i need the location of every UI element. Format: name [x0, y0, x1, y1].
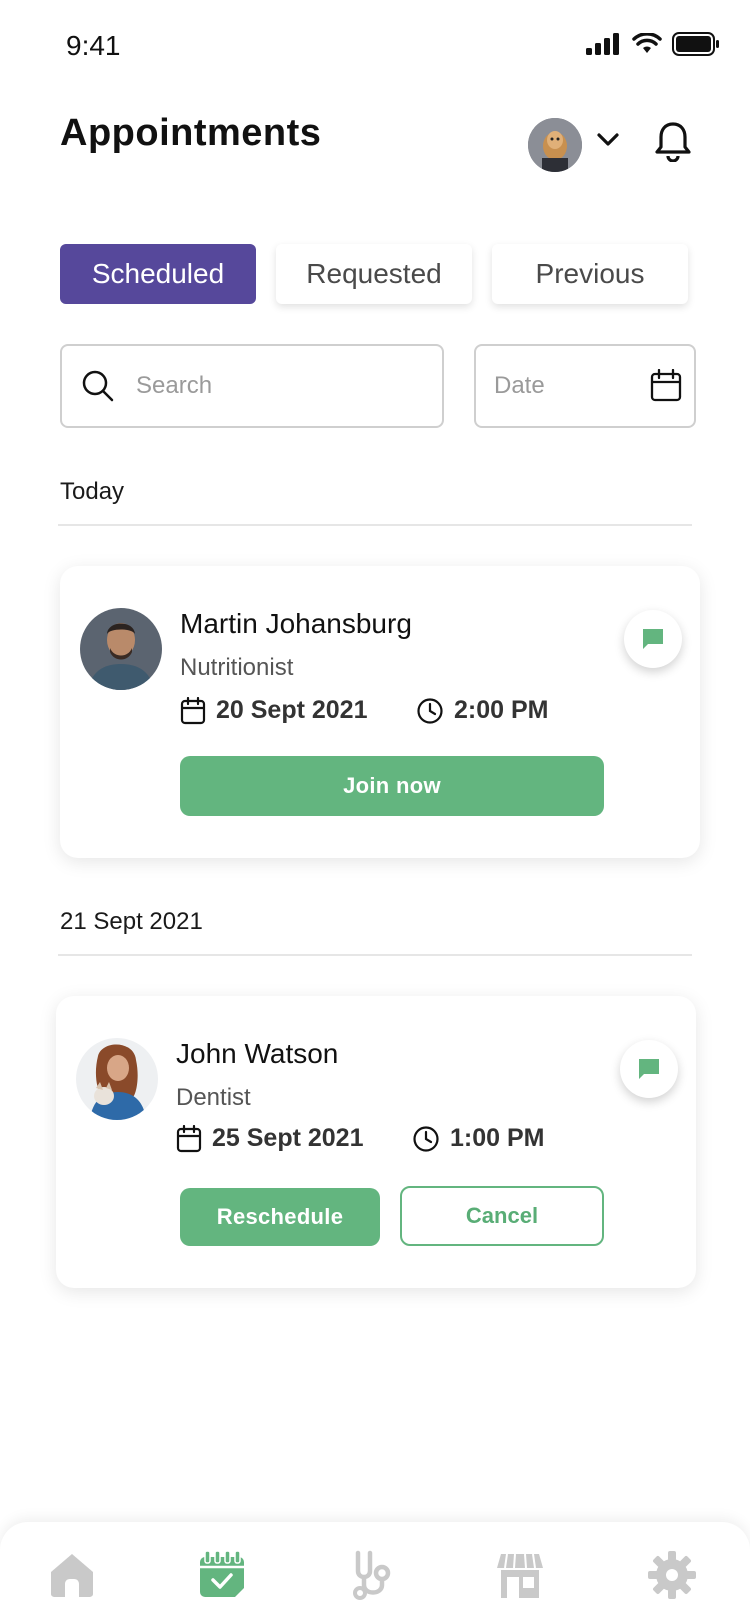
chat-icon — [639, 1059, 659, 1079]
status-time: 9:41 — [66, 30, 121, 61]
profile-avatar[interactable] — [528, 118, 582, 172]
battery-icon — [672, 32, 719, 56]
calendar-icon — [176, 1124, 202, 1152]
tab-requested[interactable]: Requested — [276, 244, 472, 304]
appointment-card: John Watson Dentist 25 Sept 2021 1:00 PM… — [56, 996, 696, 1288]
time-text: 2:00 PM — [454, 696, 549, 724]
tab-previous[interactable]: Previous — [492, 244, 688, 304]
nav-store[interactable] — [490, 1545, 550, 1605]
nav-appointments[interactable] — [192, 1545, 252, 1605]
tab-scheduled[interactable]: Scheduled — [60, 244, 256, 304]
doctor-role: Dentist — [176, 1084, 251, 1111]
join-now-button[interactable]: Join now — [180, 756, 604, 816]
wifi-icon — [632, 33, 662, 53]
date-filter[interactable] — [474, 344, 696, 428]
signal-icon — [586, 33, 619, 55]
doctor-avatar — [76, 1038, 158, 1120]
home-icon — [51, 1554, 93, 1597]
time-text: 1:00 PM — [450, 1124, 545, 1152]
chat-button[interactable] — [620, 1040, 678, 1098]
store-icon — [497, 1553, 543, 1598]
section-label-today: Today — [60, 478, 125, 505]
section-divider — [58, 524, 692, 526]
chat-button[interactable] — [624, 610, 682, 668]
doctor-name: John Watson — [176, 1038, 339, 1069]
doctor-name: Martin Johansburg — [180, 608, 412, 639]
stethoscope-icon — [353, 1550, 391, 1600]
bell-icon[interactable] — [654, 120, 692, 167]
search-icon — [82, 370, 114, 402]
appointment-time: 2:00 PM — [416, 696, 548, 725]
chat-icon — [643, 629, 663, 649]
appointments-calendar-icon — [200, 1550, 244, 1597]
date-text: 20 Sept 2021 — [216, 696, 368, 724]
section-label-date: 21 Sept 2021 — [60, 908, 203, 935]
section-divider — [58, 954, 692, 956]
nav-health[interactable] — [342, 1545, 402, 1605]
status-icons — [586, 32, 720, 56]
nav-settings[interactable] — [642, 1545, 702, 1605]
doctor-role: Nutritionist — [180, 654, 294, 681]
appointment-date: 20 Sept 2021 — [180, 696, 368, 725]
nav-home[interactable] — [42, 1545, 102, 1605]
appointment-date: 25 Sept 2021 — [176, 1124, 364, 1153]
page-title: Appointments — [60, 112, 322, 154]
profile-chevron-down-icon[interactable] — [596, 132, 620, 153]
reschedule-button[interactable]: Reschedule — [180, 1188, 380, 1246]
search-box[interactable] — [60, 344, 444, 428]
clock-icon — [417, 697, 443, 724]
date-input[interactable] — [494, 372, 634, 400]
doctor-avatar — [80, 608, 162, 690]
dog-avatar-icon — [528, 118, 582, 172]
calendar-icon[interactable] — [650, 369, 682, 403]
search-input[interactable] — [136, 372, 416, 400]
settings-gear-icon — [648, 1551, 696, 1599]
appointment-time: 1:00 PM — [412, 1124, 544, 1153]
appointment-card: Martin Johansburg Nutritionist 20 Sept 2… — [60, 566, 700, 858]
clock-icon — [413, 1125, 439, 1152]
calendar-icon — [180, 696, 206, 724]
date-text: 25 Sept 2021 — [212, 1124, 364, 1152]
cancel-button[interactable]: Cancel — [400, 1186, 604, 1246]
